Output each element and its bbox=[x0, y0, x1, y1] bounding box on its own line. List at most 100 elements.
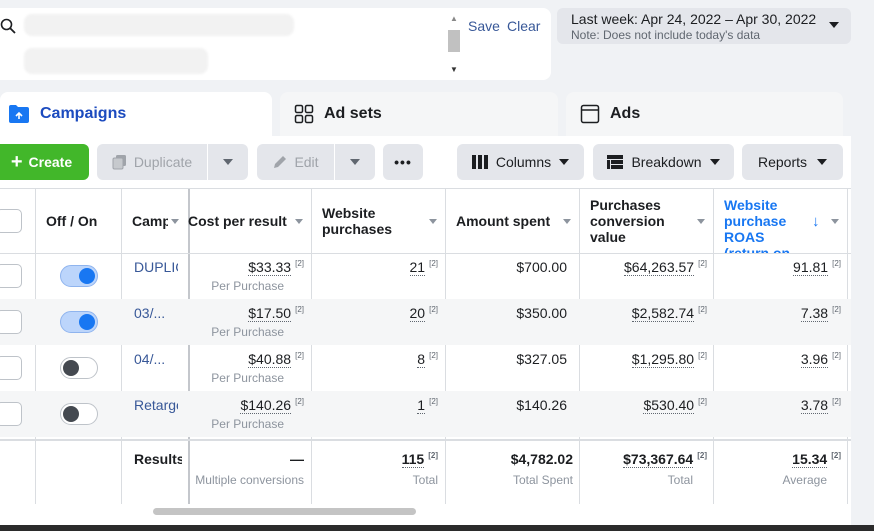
edit-dropdown[interactable] bbox=[335, 144, 375, 180]
totals-label: Results bbox=[134, 451, 182, 467]
campaign-toggle[interactable] bbox=[60, 311, 98, 333]
more-options-button[interactable]: ••• bbox=[383, 144, 423, 180]
toggle-knob bbox=[79, 314, 95, 330]
total-roas-value: 15.34 bbox=[792, 451, 827, 468]
tab-ad-sets[interactable]: Ad sets bbox=[280, 92, 558, 136]
footnote-marker[interactable]: [2] bbox=[832, 259, 841, 268]
campaign-toggle[interactable] bbox=[60, 265, 98, 287]
scroll-thumb[interactable] bbox=[448, 30, 460, 52]
columns-button[interactable]: Columns bbox=[457, 144, 584, 180]
header-conversion-value[interactable]: Purchases conversion value bbox=[590, 189, 690, 253]
header-cost-per-result[interactable]: Cost per result bbox=[188, 189, 288, 253]
website-purchases: 8[2] bbox=[312, 351, 438, 367]
footnote-marker[interactable]: [2] bbox=[698, 259, 707, 268]
footnote-marker[interactable]: [2] bbox=[832, 351, 841, 360]
total-purchases: 115[2] bbox=[312, 451, 438, 467]
row-checkbox[interactable] bbox=[0, 264, 22, 288]
cost-per-result: $140.26[2] bbox=[190, 397, 304, 413]
breakdown-button[interactable]: Breakdown bbox=[593, 144, 734, 180]
footnote-marker[interactable]: [2] bbox=[698, 305, 707, 314]
table-horizontal-scrollbar[interactable] bbox=[153, 508, 416, 515]
header-off-on[interactable]: Off / On bbox=[46, 189, 116, 253]
tab-campaigns[interactable]: Campaigns bbox=[0, 92, 272, 136]
header-amount-spent[interactable]: Amount spent bbox=[456, 189, 556, 253]
total-amount-spent: $4,782.02 bbox=[446, 451, 573, 467]
scroll-down-icon[interactable]: ▼ bbox=[450, 65, 458, 74]
tab-ads[interactable]: Ads bbox=[566, 92, 843, 136]
footnote-marker[interactable]: [2] bbox=[831, 451, 841, 460]
footnote-marker[interactable]: [2] bbox=[697, 451, 707, 460]
table-row[interactable]: 03/... $17.50[2] Per Purchase 20[2] $350… bbox=[0, 299, 851, 345]
duplicate-dropdown[interactable] bbox=[208, 144, 248, 180]
reports-button[interactable]: Reports bbox=[742, 144, 843, 180]
header-roas[interactable]: Website purchase ROAS (return on ad spen… bbox=[724, 189, 806, 253]
cost-value: $40.88 bbox=[248, 351, 291, 368]
value-value: $1,295.80 bbox=[632, 351, 694, 368]
columns-label: Columns bbox=[496, 154, 551, 170]
clear-button[interactable]: Clear bbox=[507, 18, 540, 34]
chevron-down-icon bbox=[829, 22, 839, 28]
value-value: $530.40 bbox=[643, 397, 694, 414]
select-all-checkbox[interactable] bbox=[0, 209, 22, 233]
header-website-purchases[interactable]: Website purchases bbox=[322, 189, 422, 253]
footnote-marker[interactable]: [2] bbox=[429, 351, 438, 360]
amount-spent: $327.05 bbox=[446, 351, 567, 367]
footnote-marker[interactable]: [2] bbox=[428, 451, 438, 460]
roas-number: 91.81 bbox=[793, 259, 828, 276]
save-button[interactable]: Save bbox=[468, 18, 500, 34]
chevron-down-icon bbox=[559, 159, 569, 165]
total-purchases-sub: Total bbox=[312, 473, 438, 487]
campaigns-table: Off / On Campaign Cost per result Websit… bbox=[0, 188, 851, 508]
toggle-knob bbox=[79, 268, 95, 284]
sort-descending-icon[interactable]: ↓ bbox=[812, 213, 820, 230]
row-checkbox[interactable] bbox=[0, 356, 22, 380]
conversion-value: $530.40 [2] bbox=[580, 397, 707, 413]
campaign-toggle[interactable] bbox=[60, 357, 98, 379]
footnote-marker[interactable]: [2] bbox=[295, 259, 304, 268]
columns-icon bbox=[472, 155, 488, 169]
footnote-marker[interactable]: [2] bbox=[295, 305, 304, 314]
totals-row: Results — Multiple conversions 115[2] To… bbox=[0, 439, 851, 504]
footnote-marker[interactable]: [2] bbox=[429, 259, 438, 268]
ad-icon bbox=[580, 104, 600, 124]
value-value: $64,263.57 bbox=[624, 259, 694, 276]
cost-sub: Per Purchase bbox=[190, 279, 284, 293]
campaign-toggle[interactable] bbox=[60, 403, 98, 425]
footnote-marker[interactable]: [2] bbox=[429, 305, 438, 314]
redacted-filter bbox=[24, 14, 294, 36]
footnote-marker[interactable]: [2] bbox=[832, 397, 841, 406]
campaign-name-link[interactable]: 04/... bbox=[134, 351, 178, 367]
website-purchases: 21[2] bbox=[312, 259, 438, 275]
scroll-up-icon[interactable]: ▲ bbox=[450, 14, 458, 23]
sort-caret-icon bbox=[171, 219, 179, 224]
campaign-name-link[interactable]: 03/... bbox=[134, 305, 178, 321]
cost-per-result: $17.50[2] bbox=[190, 305, 304, 321]
footnote-marker[interactable]: [2] bbox=[295, 397, 304, 406]
row-checkbox[interactable] bbox=[0, 310, 22, 334]
tab-label: Ads bbox=[610, 105, 640, 123]
cost-value: $33.33 bbox=[248, 259, 291, 276]
amount-spent: $350.00 bbox=[446, 305, 567, 321]
search-panel[interactable]: ▲ ▼ Save Clear bbox=[0, 8, 551, 80]
cost-sub: Per Purchase bbox=[190, 325, 284, 339]
roas-value: 91.81 [2] bbox=[714, 259, 841, 275]
footnote-marker[interactable]: [2] bbox=[429, 397, 438, 406]
footnote-marker[interactable]: [2] bbox=[698, 397, 707, 406]
duplicate-button[interactable]: Duplicate bbox=[97, 144, 207, 180]
roas-value: 3.78[2] bbox=[714, 397, 841, 413]
edit-button[interactable]: Edit bbox=[257, 144, 334, 180]
campaign-name-link[interactable]: Retargeting bbox=[134, 397, 178, 413]
footnote-marker[interactable]: [2] bbox=[832, 305, 841, 314]
table-row[interactable]: DUPLICATE $33.33 [2] Per Purchase 21[2] $… bbox=[0, 253, 851, 299]
header-campaign[interactable]: Campaign bbox=[132, 189, 168, 253]
edit-label: Edit bbox=[294, 154, 318, 170]
footnote-marker[interactable]: [2] bbox=[698, 351, 707, 360]
table-row[interactable]: 04/... $40.88[2] Per Purchase 8[2] $327.… bbox=[0, 345, 851, 391]
row-checkbox[interactable] bbox=[0, 402, 22, 426]
campaign-name-link[interactable]: DUPLICATE bbox=[134, 259, 178, 275]
filter-scrollbar[interactable]: ▲ ▼ bbox=[446, 12, 462, 76]
date-range-picker[interactable]: Last week: Apr 24, 2022 – Apr 30, 2022 N… bbox=[557, 8, 851, 44]
table-row[interactable]: Retargeting $140.26[2] Per Purchase 1[2]… bbox=[0, 391, 851, 437]
create-button[interactable]: + Create bbox=[0, 144, 89, 180]
footnote-marker[interactable]: [2] bbox=[295, 351, 304, 360]
